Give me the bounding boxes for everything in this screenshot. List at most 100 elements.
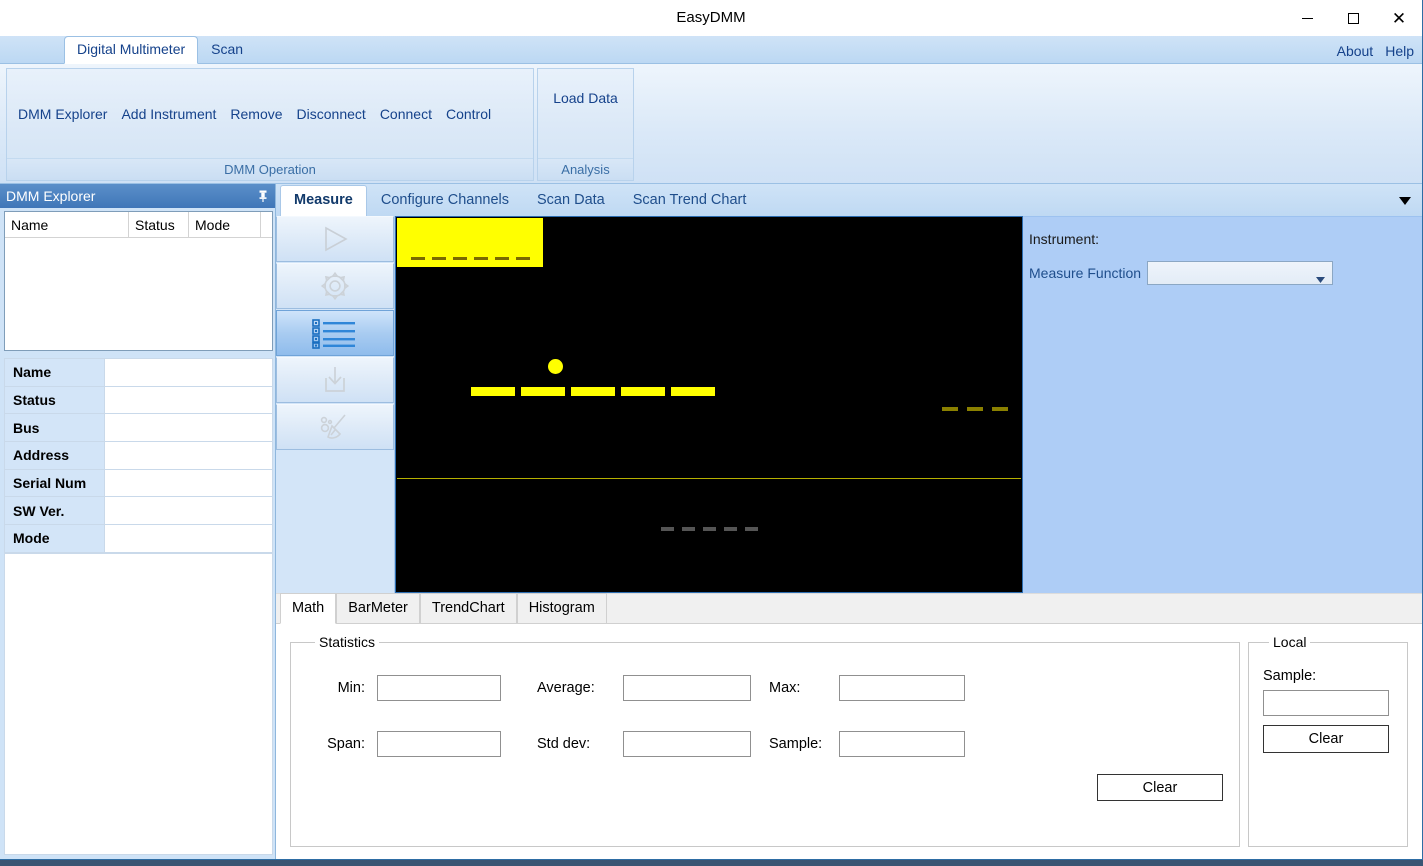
instrument-list-body[interactable] <box>5 238 272 350</box>
max-label: Max: <box>769 680 801 696</box>
std-dev-field-group: Std dev: <box>537 731 769 757</box>
dmm-explorer-header: DMM Explorer <box>0 184 275 208</box>
tab-measure[interactable]: Measure <box>280 185 367 216</box>
tab-trendchart[interactable]: TrendChart <box>419 593 517 623</box>
measure-toolbar <box>276 216 395 593</box>
property-key: Name <box>5 359 105 386</box>
primary-reading-digits <box>468 359 718 396</box>
dmm-explorer-button[interactable]: DMM Explorer <box>11 101 114 127</box>
digit <box>468 387 518 396</box>
save-data-button[interactable] <box>276 357 394 403</box>
window-controls: ✕ <box>1284 0 1422 36</box>
window-title: EasyDMM <box>676 9 746 26</box>
tab-scan-trend-chart[interactable]: Scan Trend Chart <box>619 185 761 216</box>
ribbon-group-analysis: Load Data Analysis <box>537 68 634 181</box>
local-sample-label: Sample: <box>1263 668 1317 684</box>
load-data-button[interactable]: Load Data <box>546 85 625 111</box>
play-icon <box>318 224 352 254</box>
secondary-display <box>397 218 543 267</box>
measure-view: Instrument: Measure Function <box>276 216 1422 593</box>
chevron-down-icon[interactable] <box>1398 193 1412 205</box>
instrument-list-header: Name Status Mode <box>5 212 272 238</box>
column-header-status[interactable]: Status <box>129 212 189 237</box>
pushpin-icon[interactable] <box>255 188 271 204</box>
settings-button[interactable] <box>276 263 394 309</box>
sample-input[interactable] <box>839 731 965 757</box>
content-area: DMM Explorer Name Status Mode Name Statu… <box>0 184 1422 859</box>
property-key: Status <box>5 386 105 414</box>
clear-local-button[interactable]: Clear <box>1263 725 1389 753</box>
average-label: Average: <box>537 680 595 696</box>
maximize-icon <box>1347 12 1359 24</box>
property-value <box>105 497 272 525</box>
property-key: SW Ver. <box>5 497 105 525</box>
title-bar: EasyDMM ✕ <box>0 0 1422 36</box>
max-input[interactable] <box>839 675 965 701</box>
column-header-name[interactable]: Name <box>5 212 129 237</box>
average-field-group: Average: <box>537 675 769 701</box>
add-instrument-button[interactable]: Add Instrument <box>114 101 223 127</box>
ribbon-group-analysis-label: Analysis <box>538 158 633 180</box>
close-button[interactable]: ✕ <box>1376 0 1422 36</box>
maximize-button[interactable] <box>1330 0 1376 36</box>
statistics-legend: Statistics <box>319 634 376 650</box>
ribbon-tab-digital-multimeter[interactable]: Digital Multimeter <box>64 36 199 64</box>
dmm-explorer-panel: DMM Explorer Name Status Mode Name Statu… <box>0 184 276 859</box>
tab-barmeter[interactable]: BarMeter <box>336 593 420 623</box>
property-row: Bus <box>5 414 272 443</box>
instrument-properties-table: Name Status Bus Address Serial Num SW Ve… <box>4 358 273 554</box>
std-dev-input[interactable] <box>623 731 751 757</box>
help-link[interactable]: Help <box>1385 43 1414 59</box>
connect-button[interactable]: Connect <box>373 101 439 127</box>
ribbon-tab-strip: Digital Multimeter Scan About Help <box>0 36 1422 64</box>
instrument-list-grid[interactable]: Name Status Mode <box>4 211 273 351</box>
clear-statistics-button[interactable]: Clear <box>1097 774 1223 801</box>
property-row: SW Ver. <box>5 497 272 526</box>
minimize-button[interactable] <box>1284 0 1330 36</box>
property-value <box>105 469 272 497</box>
remove-button[interactable]: Remove <box>223 101 289 127</box>
max-field-group: Max: <box>769 675 969 701</box>
run-button[interactable] <box>276 216 394 262</box>
dmm-display[interactable] <box>395 216 1023 593</box>
tab-configure-channels[interactable]: Configure Channels <box>367 185 523 216</box>
ribbon-tab-scan[interactable]: Scan <box>198 36 256 63</box>
channel-list-button[interactable] <box>276 310 394 356</box>
measure-function-row: Measure Function <box>1029 261 1422 285</box>
instrument-label: Instrument: <box>1029 231 1100 247</box>
min-label: Min: <box>337 680 365 696</box>
gear-icon <box>319 270 351 302</box>
ribbon-group-dmm-operation-body: DMM Explorer Add Instrument Remove Disco… <box>7 69 533 158</box>
easydmm-window: EasyDMM ✕ Digital Multimeter Scan About … <box>0 0 1423 860</box>
column-header-mode[interactable]: Mode <box>189 212 261 237</box>
local-sample-input[interactable] <box>1263 690 1389 716</box>
property-value <box>105 386 272 414</box>
tab-scan-data[interactable]: Scan Data <box>523 185 619 216</box>
analysis-tab-strip: Math BarMeter TrendChart Histogram <box>276 593 1422 624</box>
property-key: Mode <box>5 525 105 552</box>
average-input[interactable] <box>623 675 751 701</box>
span-input[interactable] <box>377 731 501 757</box>
property-key: Serial Num <box>5 469 105 497</box>
statistics-row-1: Min: Average: Max: <box>307 660 1223 716</box>
measure-function-select[interactable] <box>1147 261 1334 285</box>
tab-histogram[interactable]: Histogram <box>516 593 607 623</box>
main-pane: Measure Configure Channels Scan Data Sca… <box>276 184 1422 859</box>
span-label: Span: <box>327 736 365 752</box>
property-key: Address <box>5 442 105 469</box>
sidebar-empty-area <box>4 553 273 855</box>
ribbon-group-dmm-operation-label: DMM Operation <box>7 158 533 180</box>
statistics-group: Statistics Min: Average: Max: Span: Std … <box>290 634 1240 847</box>
min-input[interactable] <box>377 675 501 701</box>
unit-indicator <box>942 407 1008 411</box>
secondary-reading-segments <box>660 527 758 531</box>
close-icon: ✕ <box>1391 8 1407 28</box>
about-link[interactable]: About <box>1337 43 1374 59</box>
math-tab-content: Statistics Min: Average: Max: Span: Std … <box>276 624 1422 859</box>
clear-display-button[interactable] <box>276 404 394 450</box>
disconnect-button[interactable]: Disconnect <box>290 101 373 127</box>
property-value <box>105 442 272 469</box>
control-button[interactable]: Control <box>439 101 498 127</box>
tab-math[interactable]: Math <box>280 593 337 624</box>
ribbon-links: About Help <box>1337 43 1414 59</box>
